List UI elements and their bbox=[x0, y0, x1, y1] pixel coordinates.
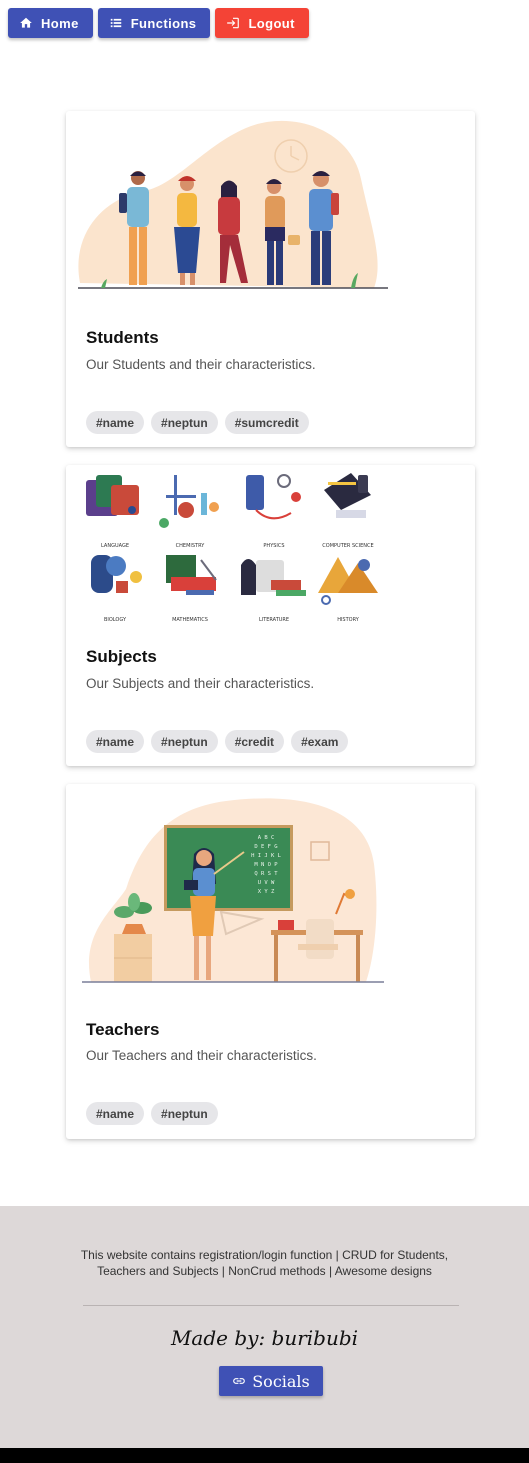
tag-list: #name #neptun #credit #exam bbox=[86, 730, 349, 753]
link-icon bbox=[233, 1378, 246, 1384]
socials-button[interactable]: Socials bbox=[219, 1366, 323, 1396]
illustration-label: HISTORY bbox=[337, 617, 360, 623]
tag-chip[interactable]: #neptun bbox=[151, 730, 218, 753]
subjects-illustration: LANGUAGE CHEMISTRY PHYSICS COMPUTER SCIE… bbox=[86, 473, 378, 623]
made-by-credit: Made by: buribubi bbox=[170, 1326, 359, 1350]
board-text: X Y Z bbox=[258, 889, 275, 895]
tag-chip[interactable]: #neptun bbox=[151, 411, 218, 434]
illustration-label: COMPUTER SCIENCE bbox=[322, 543, 373, 549]
card-title: Students bbox=[86, 328, 159, 347]
card-title: Subjects bbox=[86, 647, 157, 666]
board-text: M N O P bbox=[254, 862, 278, 868]
login-icon bbox=[227, 17, 240, 29]
illustration-label: MATHEMATICS bbox=[172, 617, 208, 623]
students-illustration bbox=[78, 120, 388, 289]
board-text: A B C bbox=[258, 835, 275, 841]
footer-line: Teachers and Subjects | NonCrud methods … bbox=[97, 1264, 432, 1278]
functions-button[interactable]: Functions bbox=[97, 8, 211, 38]
tag-chip[interactable]: #name bbox=[86, 1102, 145, 1125]
illustration-label: LANGUAGE bbox=[101, 543, 129, 549]
illustration-label: LITERATURE bbox=[259, 617, 289, 623]
bottom-bar bbox=[0, 1448, 529, 1463]
board-text: H I J K L bbox=[251, 853, 281, 859]
card-description: Our Subjects and their characteristics. bbox=[86, 676, 315, 691]
board-text: U V W bbox=[258, 880, 275, 886]
footer: This website contains registration/login… bbox=[0, 1206, 529, 1448]
tag-chip[interactable]: #name bbox=[86, 411, 145, 434]
footer-divider bbox=[83, 1305, 459, 1306]
tag-list: #name #neptun bbox=[86, 1102, 218, 1125]
home-button[interactable]: Home bbox=[8, 8, 93, 38]
socials-button-label: Socials bbox=[252, 1371, 310, 1391]
logout-button-label: Logout bbox=[248, 15, 295, 31]
top-navigation: Home Functions Logout bbox=[8, 8, 309, 38]
illustration-label: BIOLOGY bbox=[104, 617, 127, 623]
illustration-label: CHEMISTRY bbox=[176, 543, 206, 549]
board-text: Q R S T bbox=[254, 871, 278, 877]
tag-chip[interactable]: #name bbox=[86, 730, 145, 753]
students-card[interactable]: Students Our Students and their characte… bbox=[66, 111, 475, 447]
tag-chip[interactable]: #exam bbox=[291, 730, 349, 753]
footer-line: This website contains registration/login… bbox=[80, 1248, 449, 1262]
tag-list: #name #neptun #sumcredit bbox=[86, 411, 309, 434]
home-icon bbox=[20, 17, 32, 28]
teachers-illustration: A B C D E F G H I J K L M N O P Q R S T … bbox=[82, 798, 384, 983]
card-description: Our Students and their characteristics. bbox=[86, 357, 316, 372]
subjects-card[interactable]: LANGUAGE CHEMISTRY PHYSICS COMPUTER SCIE… bbox=[66, 465, 475, 766]
footer-description: This website contains registration/login… bbox=[70, 1247, 459, 1279]
illustration-label: PHYSICS bbox=[263, 543, 284, 549]
list-icon bbox=[110, 18, 121, 28]
tag-chip[interactable]: #credit bbox=[224, 730, 285, 753]
board-text: D E F G bbox=[254, 844, 277, 850]
functions-button-label: Functions bbox=[130, 15, 197, 31]
card-title: Teachers bbox=[86, 1020, 160, 1039]
home-button-label: Home bbox=[41, 15, 79, 31]
tag-chip[interactable]: #sumcredit bbox=[224, 411, 309, 434]
logout-button[interactable]: Logout bbox=[215, 8, 309, 38]
teachers-card[interactable]: A B C D E F G H I J K L M N O P Q R S T … bbox=[66, 784, 475, 1139]
tag-chip[interactable]: #neptun bbox=[151, 1102, 218, 1125]
card-description: Our Teachers and their characteristics. bbox=[86, 1048, 317, 1063]
